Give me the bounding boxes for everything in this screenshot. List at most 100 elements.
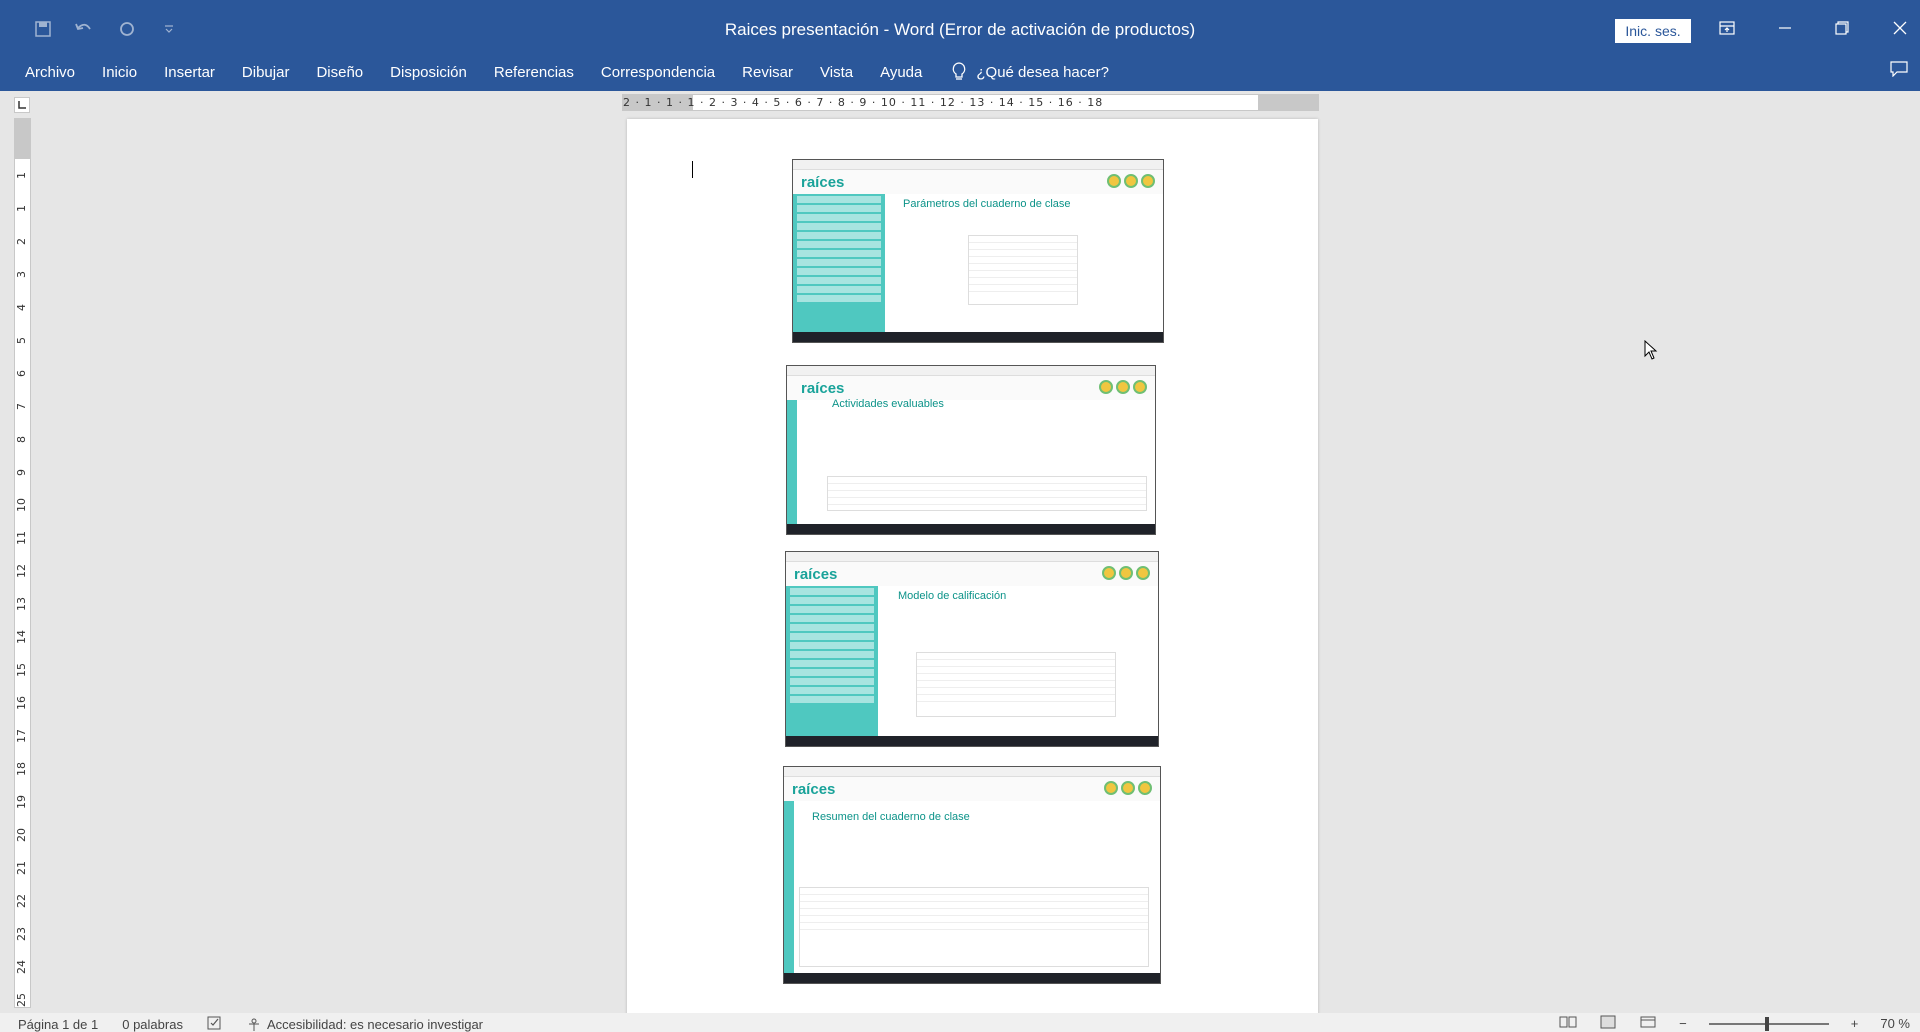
zoom-out-icon[interactable]: − bbox=[1679, 1016, 1687, 1031]
app-header: raíces bbox=[786, 562, 1158, 586]
screenshot-table bbox=[916, 652, 1116, 717]
mouse-pointer-icon bbox=[1644, 339, 1658, 365]
proofing-icon[interactable] bbox=[207, 1016, 223, 1032]
tell-me-label: ¿Qué desea hacer? bbox=[976, 63, 1109, 81]
vruler-tick: 17 bbox=[15, 729, 28, 744]
tab-ayuda[interactable]: Ayuda bbox=[880, 64, 922, 81]
raices-logo: raíces bbox=[801, 174, 845, 191]
zoom-level[interactable]: 70 % bbox=[1880, 1016, 1910, 1031]
tab-revisar[interactable]: Revisar bbox=[742, 64, 793, 81]
tab-archivo[interactable]: Archivo bbox=[25, 64, 75, 81]
vruler-tick: 12 bbox=[15, 564, 28, 579]
vruler-tick: 7 bbox=[15, 403, 28, 410]
document-page[interactable]: raíces Parámetros del cuaderno de clase … bbox=[627, 119, 1318, 1019]
tab-list: Archivo Inicio Insertar Dibujar Diseño D… bbox=[25, 62, 1109, 82]
vruler-tick: 6 bbox=[15, 370, 28, 377]
print-layout-icon[interactable] bbox=[1599, 1015, 1617, 1032]
vruler-tick: 8 bbox=[15, 436, 28, 443]
vruler-tick: 5 bbox=[15, 337, 28, 344]
ruler-numbers: 2 · 1 · 1 · 1 · 2 · 3 · 4 · 5 · 6 · 7 · … bbox=[623, 95, 1318, 110]
app-sidebar bbox=[793, 194, 885, 332]
screenshot-table bbox=[799, 887, 1149, 967]
tab-insertar[interactable]: Insertar bbox=[164, 64, 215, 81]
app-sidebar bbox=[787, 400, 797, 524]
taskbar bbox=[786, 736, 1158, 746]
taskbar bbox=[784, 973, 1160, 983]
horizontal-ruler[interactable]: 2 · 1 · 1 · 1 · 2 · 3 · 4 · 5 · 6 · 7 · … bbox=[622, 94, 1319, 111]
zoom-slider-thumb[interactable] bbox=[1764, 1016, 1769, 1031]
vruler-tick: 1 bbox=[15, 172, 28, 179]
vruler-tick: 24 bbox=[15, 960, 28, 975]
taskbar bbox=[793, 332, 1163, 342]
vruler-tick: 22 bbox=[15, 894, 28, 909]
taskbar bbox=[787, 524, 1155, 534]
browser-chrome bbox=[786, 552, 1158, 562]
vertical-ruler-margin bbox=[15, 119, 30, 159]
tab-correspondencia[interactable]: Correspondencia bbox=[601, 64, 715, 81]
text-cursor bbox=[692, 161, 693, 178]
raices-logo: raíces bbox=[794, 566, 838, 583]
embedded-screenshot-2[interactable]: raíces Actividades evaluables bbox=[786, 365, 1156, 535]
vruler-tick: 18 bbox=[15, 762, 28, 777]
vruler-tick: 4 bbox=[15, 304, 28, 311]
page-count[interactable]: Página 1 de 1 bbox=[18, 1017, 98, 1032]
lightbulb-icon bbox=[953, 62, 966, 80]
screenshot-table bbox=[827, 476, 1147, 511]
vruler-tick: 23 bbox=[15, 927, 28, 942]
zoom-slider[interactable] bbox=[1708, 1016, 1829, 1031]
embedded-screenshot-3[interactable]: raíces Modelo de calificación bbox=[785, 551, 1159, 747]
vruler-tick: 16 bbox=[15, 696, 28, 711]
vertical-ruler-numbers: 1 1 2 3 4 5 6 7 8 9 10 11 12 13 14 15 16… bbox=[15, 159, 30, 1017]
embedded-screenshot-4[interactable]: raíces Resumen del cuaderno de clase bbox=[783, 766, 1161, 984]
app-header: raíces bbox=[793, 170, 1163, 194]
ruler-labels: 2 · 1 · 1 · 1 · 2 · 3 · 4 · 5 · 6 · 7 · … bbox=[623, 96, 1104, 109]
vruler-tick: 3 bbox=[15, 271, 28, 278]
tab-diseno[interactable]: Diseño bbox=[316, 64, 363, 81]
app-sidebar bbox=[786, 586, 878, 736]
tab-referencias[interactable]: Referencias bbox=[494, 64, 574, 81]
word-count[interactable]: 0 palabras bbox=[122, 1017, 183, 1032]
tab-inicio[interactable]: Inicio bbox=[102, 64, 137, 81]
title-bar: Raices presentación - Word (Error de act… bbox=[0, 0, 1920, 62]
vruler-tick: 19 bbox=[15, 795, 28, 810]
vertical-ruler[interactable]: 1 1 2 3 4 5 6 7 8 9 10 11 12 13 14 15 16… bbox=[14, 118, 31, 1008]
ribbon-tabs: Archivo Inicio Insertar Dibujar Diseño D… bbox=[0, 55, 1920, 91]
screenshot-heading: Parámetros del cuaderno de clase bbox=[903, 198, 1071, 210]
sign-in-button[interactable]: Inic. ses. bbox=[1615, 19, 1691, 43]
status-bar: Página 1 de 1 0 palabras Accesibilidad: … bbox=[0, 1013, 1920, 1032]
header-icons bbox=[1107, 174, 1155, 188]
ribbon-display-options-icon[interactable] bbox=[1707, 12, 1747, 44]
screenshot-heading: Actividades evaluables bbox=[832, 398, 944, 410]
browser-chrome bbox=[793, 160, 1163, 170]
tell-me-box[interactable]: ¿Qué desea hacer? bbox=[952, 62, 1109, 82]
app-header: raíces bbox=[787, 376, 1155, 400]
status-right: − + 70 % bbox=[1559, 1015, 1910, 1032]
restore-icon[interactable] bbox=[1822, 12, 1862, 44]
vruler-tick: 2 bbox=[15, 238, 28, 245]
close-icon[interactable] bbox=[1880, 12, 1920, 44]
header-icons bbox=[1102, 566, 1150, 580]
app-header: raíces bbox=[784, 777, 1160, 801]
zoom-in-icon[interactable]: + bbox=[1851, 1016, 1859, 1031]
tab-vista[interactable]: Vista bbox=[820, 64, 853, 81]
tab-disposicion[interactable]: Disposición bbox=[390, 64, 467, 81]
screenshot-heading: Modelo de calificación bbox=[898, 590, 1007, 602]
vruler-tick: 1 bbox=[15, 205, 28, 212]
minimize-icon[interactable] bbox=[1765, 12, 1805, 44]
vruler-tick: 10 bbox=[15, 498, 28, 513]
tab-dibujar[interactable]: Dibujar bbox=[242, 64, 290, 81]
tab-selector[interactable] bbox=[14, 97, 30, 113]
embedded-screenshot-1[interactable]: raíces Parámetros del cuaderno de clase bbox=[792, 159, 1164, 343]
web-layout-icon[interactable] bbox=[1639, 1015, 1657, 1032]
vruler-tick: 20 bbox=[15, 828, 28, 843]
raices-logo: raíces bbox=[792, 781, 836, 798]
word-window: Raices presentación - Word (Error de act… bbox=[0, 0, 1920, 1032]
read-mode-icon[interactable] bbox=[1559, 1015, 1577, 1032]
comments-icon[interactable] bbox=[1890, 61, 1908, 82]
document-workspace[interactable]: 2 · 1 · 1 · 1 · 2 · 3 · 4 · 5 · 6 · 7 · … bbox=[0, 91, 1920, 1019]
vruler-tick: 15 bbox=[15, 663, 28, 678]
accessibility-status[interactable]: Accesibilidad: es necesario investigar bbox=[247, 1017, 483, 1032]
vruler-tick: 21 bbox=[15, 861, 28, 876]
screenshot-heading: Resumen del cuaderno de clase bbox=[812, 811, 970, 823]
header-icons bbox=[1099, 380, 1147, 394]
